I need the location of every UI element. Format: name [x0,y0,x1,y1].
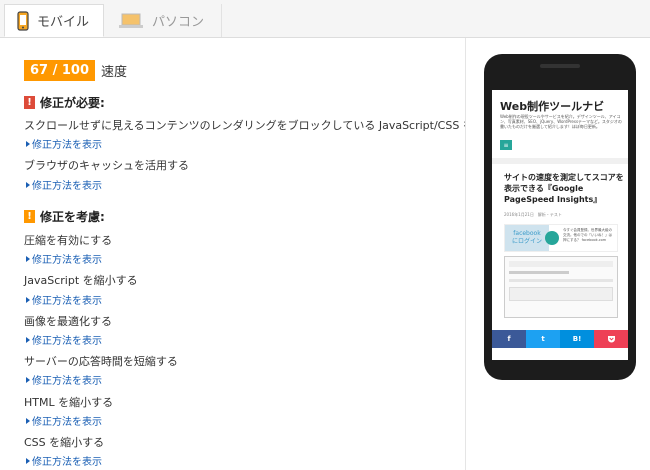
preview-facebook-ad: facebook にログイン 今すぐ会員登録。世界最大級の交流。他のでの「いいね… [504,224,618,252]
triangle-right-icon [26,255,30,262]
facebook-ad-copy: 今すぐ会員登録。世界最大級の交流。他のでの「いいね！」は押にする？ facebo… [563,228,612,242]
triangle-right-icon [26,181,30,188]
ad-circle-icon [545,231,559,245]
rule-item: ブラウザのキャッシュを活用する [24,159,189,172]
warning-icon: ! [24,210,35,223]
laptop-icon [118,12,144,30]
preview-screenshot-image [504,256,618,318]
results-panel: 67 / 100 速度 ! 修正が必要: スクロールせずに見えるコンテンツのレン… [0,38,518,470]
mobile-preview-panel: Web制作ツールナビ Web制作の現役ツールやサービスを紹介。デザインツール、ア… [465,38,650,470]
preview-post-meta: 2016年1月21日 解析・テスト [504,212,562,217]
device-tabbar: モバイル パソコン [0,0,650,38]
show-fix-label: 修正方法を表示 [32,181,102,192]
smartphone-icon [17,10,29,31]
preview-post-title: サイトの速度を測定してスコアを表示できる『Google PageSpeed In… [504,173,624,204]
hatena-share-icon: B! [560,330,594,348]
show-fix-link[interactable]: 修正方法を表示 [26,177,102,192]
triangle-right-icon [26,457,30,464]
warning-icon: ! [24,96,35,109]
rule-item: HTML を縮小する [24,396,114,409]
rule-item: スクロールせずに見えるコンテンツのレンダリングをブロックしている JavaScr… [24,119,518,132]
phone-frame: Web制作ツールナビ Web制作の現役ツールやサービスを紹介。デザインツール、ア… [484,54,636,380]
show-fix-link[interactable]: 修正方法を表示 [26,251,102,266]
preview-share-bar: f t B! [492,330,628,348]
show-fix-label: 修正方法を表示 [32,140,102,151]
triangle-right-icon [26,417,30,424]
rule-item: 画像を最適化する [24,315,112,328]
show-fix-label: 修正方法を表示 [32,255,102,266]
must-fix-heading: ! 修正が必要: [24,94,105,111]
preview-site-description: Web制作の現役ツールやサービスを紹介。デザインツール、アイコン、写真素材、SE… [500,114,622,129]
rule-item: サーバーの応答時間を短縮する [24,355,178,368]
preview-site-title: Web制作ツールナビ [500,100,605,113]
hamburger-menu-icon: ≡ [500,140,512,150]
triangle-right-icon [26,376,30,383]
score-badge: 67 / 100 [24,60,96,81]
consider-fix-title: 修正を考慮: [40,210,105,224]
show-fix-link[interactable]: 修正方法を表示 [26,413,102,428]
pocket-share-icon [594,330,628,348]
show-fix-link[interactable]: 修正方法を表示 [26,372,102,387]
phone-earpiece [540,64,580,68]
show-fix-label: 修正方法を表示 [32,457,102,468]
rule-item: JavaScript を縮小する [24,274,138,287]
phone-screen: Web制作ツールナビ Web制作の現役ツールやサービスを紹介。デザインツール、ア… [492,90,628,360]
twitter-share-icon: t [526,330,560,348]
show-fix-label: 修正方法を表示 [32,296,102,307]
tab-mobile-label: モバイル [37,15,90,30]
preview-divider [492,158,628,164]
score-label: 速度 [101,65,128,80]
triangle-right-icon [26,336,30,343]
rule-item: CSS を縮小する [24,436,105,449]
show-fix-link[interactable]: 修正方法を表示 [26,332,102,347]
facebook-login-text: facebook にログイン [505,225,549,251]
show-fix-link[interactable]: 修正方法を表示 [26,292,102,307]
show-fix-label: 修正方法を表示 [32,376,102,387]
tab-mobile[interactable]: モバイル [4,4,104,37]
triangle-right-icon [26,140,30,147]
triangle-right-icon [26,296,30,303]
consider-fix-heading: ! 修正を考慮: [24,208,105,225]
rule-item: 圧縮を有効にする [24,234,113,247]
facebook-share-icon: f [492,330,526,348]
show-fix-label: 修正方法を表示 [32,417,102,428]
show-fix-label: 修正方法を表示 [32,336,102,347]
must-fix-title: 修正が必要: [40,96,105,110]
speed-score: 67 / 100 速度 [24,60,127,81]
tab-desktop-label: パソコン [152,15,205,30]
tab-desktop[interactable]: パソコン [106,4,222,37]
show-fix-link[interactable]: 修正方法を表示 [26,453,102,468]
show-fix-link[interactable]: 修正方法を表示 [26,136,102,151]
